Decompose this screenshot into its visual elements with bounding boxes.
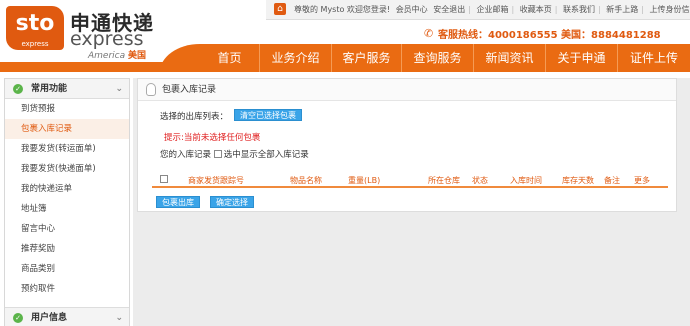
confirm-selection-button[interactable]: 确定选择 bbox=[210, 196, 254, 208]
link-enterprise-mail[interactable]: 企业邮箱 bbox=[476, 5, 508, 14]
records-label: 您的入库记录 bbox=[160, 150, 212, 160]
sidebar: ✓ 常用功能 ⌄ 到货预报 包裹入库记录 我要发货(转运面单) 我要发货(快递面… bbox=[4, 78, 130, 326]
sidebar-item-ship-transfer[interactable]: 我要发货(转运面单) bbox=[5, 139, 129, 159]
chevron-down-icon: ⌄ bbox=[115, 313, 123, 323]
logo-english-name: express bbox=[70, 28, 144, 50]
logo-region: America 美国 bbox=[88, 51, 147, 61]
sidebar-item-ship-express[interactable]: 我要发货(快递面单) bbox=[5, 159, 129, 179]
sidebar-item-categories[interactable]: 商品类别 bbox=[5, 259, 129, 279]
top-links: 尊敬的 Mysto 欢迎您登录! 会员中心 安全退出 | 企业邮箱 | 收藏本页 | … bbox=[294, 4, 690, 15]
welcome-text: 尊敬的 Mysto 欢迎您登录! bbox=[294, 5, 391, 14]
col-weight: 重量(LB) bbox=[348, 176, 381, 185]
sidebar-section-user-info[interactable]: ✓ 用户信息 ⌄ bbox=[5, 307, 129, 326]
selected-list-label: 选择的出库列表： bbox=[160, 112, 229, 122]
sidebar-item-my-waybills[interactable]: 我的快递运单 bbox=[5, 179, 129, 199]
sto-badge: sto express bbox=[6, 6, 64, 50]
lightbulb-icon bbox=[146, 83, 156, 96]
top-bar: ⌂ 尊敬的 Mysto 欢迎您登录! 会员中心 安全退出 | 企业邮箱 | 收藏本页… bbox=[266, 0, 690, 20]
nav-news[interactable]: 新闻资讯 bbox=[474, 44, 546, 72]
home-icon[interactable]: ⌂ bbox=[274, 3, 286, 15]
link-upload-id[interactable]: 上传身份信息 bbox=[649, 5, 690, 14]
col-inbound-time: 入库时间 bbox=[510, 176, 542, 185]
sidebar-item-inbound-records[interactable]: 包裹入库记录 bbox=[5, 119, 129, 139]
link-member-center[interactable]: 会员中心 bbox=[396, 5, 428, 14]
link-bookmark[interactable]: 收藏本页 bbox=[520, 5, 552, 14]
panel-title: 包裹入库记录 bbox=[138, 79, 676, 101]
col-storage-days: 库存天数 bbox=[562, 176, 594, 185]
hotline: 客服热线：4000186555 美国：8884481288 bbox=[438, 30, 661, 41]
show-all-label: 选中显示全部入库记录 bbox=[223, 150, 309, 160]
col-item-name: 物品名称 bbox=[290, 176, 322, 185]
nav-query[interactable]: 查询服务 bbox=[402, 44, 474, 72]
show-all-checkbox[interactable] bbox=[213, 150, 222, 158]
records-table-header: 商家发货跟踪号 物品名称 重量(LB) 所在仓库 状态 入库时间 库存天数 备注… bbox=[152, 172, 668, 188]
sidebar-item-messages[interactable]: 留言中心 bbox=[5, 219, 129, 239]
records-row: 您的入库记录 选中显示全部入库记录 bbox=[160, 148, 309, 160]
col-remark: 备注 bbox=[604, 176, 620, 185]
nav-about[interactable]: 关于申通 bbox=[546, 44, 618, 72]
check-icon: ✓ bbox=[13, 84, 23, 94]
sidebar-item-pickup[interactable]: 预约取件 bbox=[5, 279, 129, 299]
main-nav: 首页 业务介绍 客户服务 查询服务 新闻资讯 关于申通 证件上传 bbox=[200, 44, 690, 72]
col-more: 更多 bbox=[634, 176, 650, 185]
sidebar-section-common[interactable]: ✓ 常用功能 ⌄ bbox=[5, 79, 129, 99]
link-beginner[interactable]: 新手上路 bbox=[606, 5, 638, 14]
col-tracking-no: 商家发货跟踪号 bbox=[188, 176, 244, 185]
sidebar-item-referral[interactable]: 推荐奖励 bbox=[5, 239, 129, 259]
nav-business[interactable]: 业务介绍 bbox=[260, 44, 332, 72]
link-contact[interactable]: 联系我们 bbox=[563, 5, 595, 14]
phone-icon: ✆ bbox=[424, 27, 434, 40]
chevron-down-icon: ⌄ bbox=[115, 84, 123, 94]
outbound-button[interactable]: 包裹出库 bbox=[156, 196, 200, 208]
nav-customer-service[interactable]: 客户服务 bbox=[332, 44, 402, 72]
main-content: 包裹入库记录 选择的出库列表： 清空已选择包裹 提示:当前未选择任何包裹 您的入… bbox=[133, 78, 690, 326]
select-all-checkbox[interactable] bbox=[160, 175, 168, 183]
sto-logo[interactable]: sto express 申通快递 express America 美国 bbox=[6, 6, 166, 61]
clear-selection-button[interactable]: 清空已选择包裹 bbox=[234, 109, 302, 121]
nav-home[interactable]: 首页 bbox=[200, 44, 260, 72]
link-logout[interactable]: 安全退出 bbox=[433, 5, 465, 14]
sidebar-item-arrival-notice[interactable]: 到货预报 bbox=[5, 99, 129, 119]
col-warehouse: 所在仓库 bbox=[428, 176, 460, 185]
no-selection-warning: 提示:当前未选择任何包裹 bbox=[164, 133, 261, 143]
nav-upload[interactable]: 证件上传 bbox=[618, 44, 690, 72]
inbound-records-panel: 包裹入库记录 选择的出库列表： 清空已选择包裹 提示:当前未选择任何包裹 您的入… bbox=[137, 78, 677, 212]
sidebar-item-address-book[interactable]: 地址簿 bbox=[5, 199, 129, 219]
check-icon: ✓ bbox=[13, 313, 23, 323]
col-status: 状态 bbox=[472, 176, 488, 185]
